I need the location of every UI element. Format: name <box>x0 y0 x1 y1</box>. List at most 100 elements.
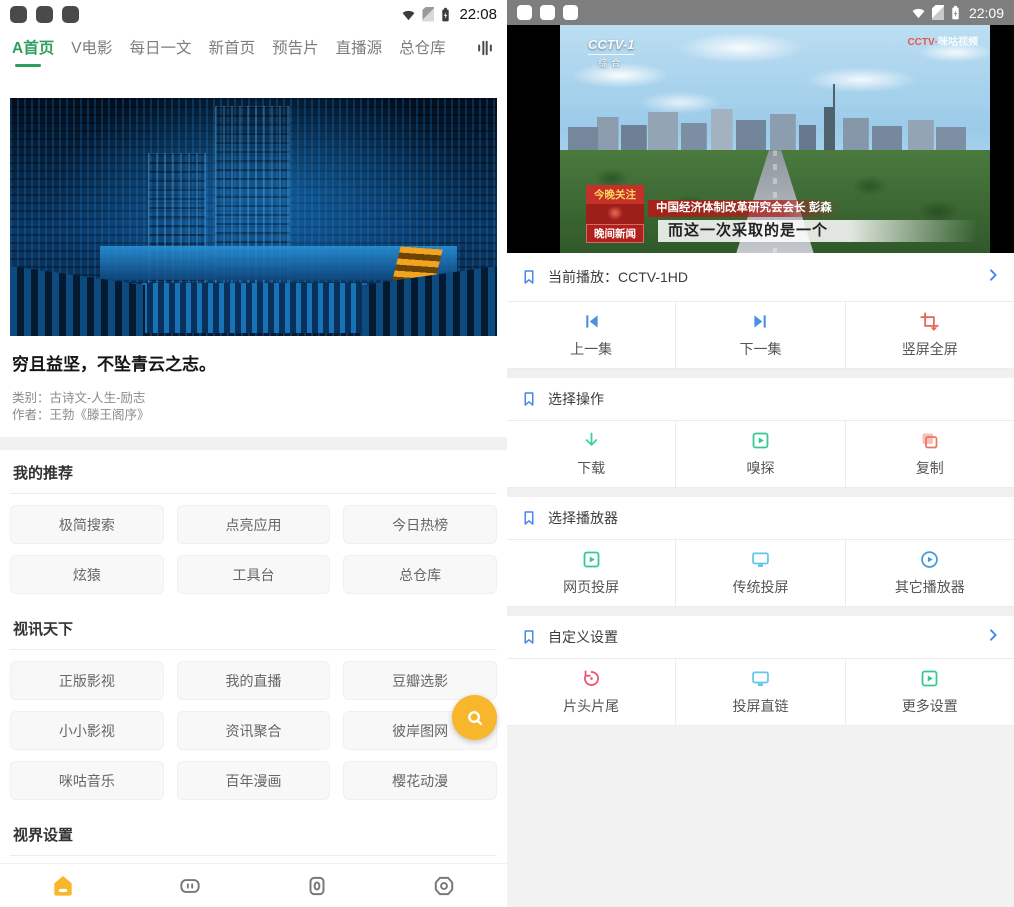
shortcut-grid: 极简搜索点亮应用今日热榜炫猿工具台总仓库 <box>0 494 507 606</box>
status-bar-left: 22:08 <box>0 0 507 28</box>
shortcut-button-樱花动漫[interactable]: 樱花动漫 <box>343 761 497 800</box>
section-title: 视界设置 <box>0 812 507 855</box>
action-竖屏全屏[interactable]: 竖屏全屏 <box>846 302 1014 368</box>
shortcut-button-点亮应用[interactable]: 点亮应用 <box>177 505 331 544</box>
header-label: 当前播放：CCTV-1HD <box>548 267 688 287</box>
chevron-right-icon <box>985 627 1001 643</box>
left-phone-panel: 22:08 A首页V电影每日一文新首页预告片直播源总仓库 穷且益坚，不坠青云之志… <box>0 0 507 907</box>
action-下载[interactable]: 下载 <box>507 421 676 487</box>
list-header-选择播放器: 选择播放器 <box>507 497 1014 540</box>
equalizer-icon[interactable] <box>475 38 495 58</box>
skip-previous-icon <box>581 311 602 332</box>
clock-text: 22:08 <box>459 6 497 23</box>
action-投屏直链[interactable]: 投屏直链 <box>676 659 845 725</box>
list-header-当前播放：CCTV-1HD[interactable]: 当前播放：CCTV-1HD <box>507 253 1014 302</box>
tab-直播源[interactable]: 直播源 <box>336 36 383 67</box>
bookmark-icon <box>520 628 538 646</box>
status-bar-right: 22:09 <box>507 0 1014 25</box>
wifi-icon <box>401 8 416 21</box>
search-fab[interactable] <box>452 695 497 740</box>
badge-top-label: 今晚关注 <box>586 185 644 204</box>
action-label: 竖屏全屏 <box>902 339 958 359</box>
notification-icon <box>36 6 53 23</box>
action-label: 传统投屏 <box>732 577 788 597</box>
tab-总仓库[interactable]: 总仓库 <box>399 36 446 67</box>
battery-icon <box>440 6 451 23</box>
shortcut-button-炫猿[interactable]: 炫猿 <box>10 555 164 594</box>
shortcut-button-正版影视[interactable]: 正版影视 <box>10 661 164 700</box>
action-label: 更多设置 <box>902 696 958 716</box>
action-其它播放器[interactable]: 其它播放器 <box>846 540 1014 606</box>
home-icon[interactable] <box>50 873 76 899</box>
wifi-icon <box>911 6 926 19</box>
action-嗅探[interactable]: 嗅探 <box>676 421 845 487</box>
right-phone-panel: 22:09 CCTV-1 综合 CCTV·咪咕视频 今晚关注 晚间新闻 中国经济… <box>507 0 1014 907</box>
player-controls: 当前播放：CCTV-1HD 上一集下一集 竖屏全屏选择操作下载 嗅探 复制选择播放器网页… <box>507 253 1014 907</box>
action-传统投屏[interactable]: 传统投屏 <box>676 540 845 606</box>
action-label: 下一集 <box>739 339 781 359</box>
action-label: 下载 <box>577 458 605 478</box>
play-square-icon <box>750 430 771 451</box>
list-header-选择操作: 选择操作 <box>507 378 1014 421</box>
action-grid: 片头片尾 投屏直链 更多设置 <box>507 659 1014 726</box>
daily-article[interactable]: 穷且益坚，不坠青云之志。 类别：古诗文-人生-励志 作者：王勃《滕王阁序》 <box>0 336 507 424</box>
shortcut-button-工具台[interactable]: 工具台 <box>177 555 331 594</box>
shortcut-button-今日热榜[interactable]: 今日热榜 <box>343 505 497 544</box>
notification-icon <box>517 5 532 20</box>
news-logo-ball <box>586 204 644 224</box>
tab-A首页[interactable]: A首页 <box>12 36 54 67</box>
channel-logo: CCTV-1 综合 <box>588 37 634 69</box>
section-title: 我的推荐 <box>0 450 507 493</box>
news-badge: 今晚关注 晚间新闻 <box>586 185 644 243</box>
action-复制[interactable]: 复制 <box>846 421 1014 487</box>
bookmark-icon <box>520 390 538 408</box>
settings-icon[interactable] <box>431 873 457 899</box>
video-player[interactable]: CCTV-1 综合 CCTV·咪咕视频 今晚关注 晚间新闻 中国经济体制改革研究… <box>507 25 1014 253</box>
shortcut-button-小小影视[interactable]: 小小影视 <box>10 711 164 750</box>
bookmark-icon <box>520 509 538 527</box>
header-label: 选择播放器 <box>548 508 618 528</box>
hero-image[interactable] <box>10 98 497 336</box>
shortcut-button-我的直播[interactable]: 我的直播 <box>177 661 331 700</box>
notification-icon <box>62 6 79 23</box>
action-grid: 网页投屏传统投屏 其它播放器 <box>507 540 1014 607</box>
article-author: 作者：王勃《滕王阁序》 <box>12 407 495 424</box>
tab-预告片[interactable]: 预告片 <box>272 36 319 67</box>
crop-rotate-icon <box>919 311 940 332</box>
action-网页投屏[interactable]: 网页投屏 <box>507 540 676 606</box>
action-label: 嗅探 <box>746 458 774 478</box>
zero-icon[interactable] <box>304 873 330 899</box>
no-sim-icon <box>422 7 434 22</box>
action-grid: 下载 嗅探 复制 <box>507 421 1014 488</box>
action-更多设置[interactable]: 更多设置 <box>846 659 1014 725</box>
action-片头片尾[interactable]: 片头片尾 <box>507 659 676 725</box>
section-separator <box>0 437 507 450</box>
shortcut-button-总仓库[interactable]: 总仓库 <box>343 555 497 594</box>
skip-next-icon <box>750 311 771 332</box>
header-label: 自定义设置 <box>548 627 618 647</box>
live-icon[interactable] <box>177 873 203 899</box>
left-sections: 我的推荐极简搜索点亮应用今日热榜炫猿工具台总仓库视讯天下正版影视我的直播豆瓣选影… <box>0 450 507 907</box>
action-label: 投屏直链 <box>732 696 788 716</box>
shortcut-button-资讯聚合[interactable]: 资讯聚合 <box>177 711 331 750</box>
download-icon <box>581 430 602 451</box>
shortcut-button-极简搜索[interactable]: 极简搜索 <box>10 505 164 544</box>
action-label: 片头片尾 <box>563 696 619 716</box>
shortcut-button-百年漫画[interactable]: 百年漫画 <box>177 761 331 800</box>
action-下一集[interactable]: 下一集 <box>676 302 845 368</box>
shortcut-button-咪咕音乐[interactable]: 咪咕音乐 <box>10 761 164 800</box>
no-sim-icon <box>932 5 944 20</box>
tab-新首页[interactable]: 新首页 <box>209 36 256 67</box>
badge-bottom-label: 晚间新闻 <box>586 224 644 243</box>
copy-icon <box>919 430 940 451</box>
section-gap <box>507 369 1014 378</box>
tab-V电影[interactable]: V电影 <box>71 36 112 67</box>
tab-每日一文[interactable]: 每日一文 <box>130 36 192 67</box>
list-header-自定义设置[interactable]: 自定义设置 <box>507 616 1014 659</box>
bookmark-icon <box>520 268 538 286</box>
replay-icon <box>581 668 602 689</box>
action-上一集[interactable]: 上一集 <box>507 302 676 368</box>
notification-icon <box>10 6 27 23</box>
play-circle-icon <box>919 549 940 570</box>
shortcut-grid: 正版影视我的直播豆瓣选影小小影视资讯聚合彼岸图网咪咕音乐百年漫画樱花动漫 <box>0 650 507 812</box>
